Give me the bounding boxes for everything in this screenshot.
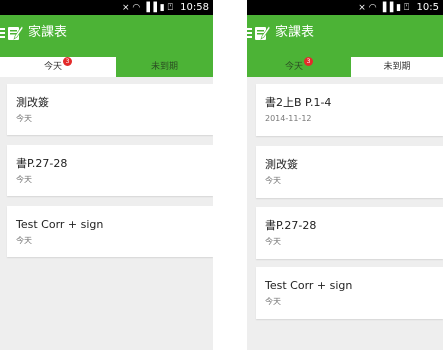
status-bar: ⨯ ◠ ▐▐ ▮ ⍞ 10:58 xyxy=(0,0,213,15)
homework-date: 2014-11-12 xyxy=(265,114,312,123)
homework-date: 今天 xyxy=(265,176,281,185)
status-time: 10:58 xyxy=(180,2,209,13)
homework-title: 測改簽 xyxy=(16,96,49,109)
homework-title: Test Corr + sign xyxy=(16,218,104,231)
homework-date: 今天 xyxy=(265,297,281,306)
status-bar: ⨯ ◠ ▐▐ ▮ ⍞ 10:5 xyxy=(247,0,443,15)
homework-date: 今天 xyxy=(16,236,32,245)
homework-title: 書2上B P.1-4 xyxy=(265,96,332,109)
homework-list: 書2上B P.1-4 2014-11-12 測改簽 今天 書P.27-28 今天… xyxy=(247,62,443,350)
notebook-pencil-icon[interactable] xyxy=(253,24,271,42)
app-title: 家課表 xyxy=(28,25,68,40)
homework-item[interactable]: 測改簽 今天 xyxy=(256,146,443,198)
app-title: 家課表 xyxy=(275,25,315,40)
status-icons: ⨯ ◠ ▐▐ ▮ ⍞ xyxy=(121,3,173,13)
hamburger-icon[interactable] xyxy=(0,28,5,39)
status-icons: ⨯ ◠ ▐▐ ▮ ⍞ xyxy=(358,3,410,13)
homework-title: 測改簽 xyxy=(265,158,298,171)
right-phone-screen: ⨯ ◠ ▐▐ ▮ ⍞ 10:5 家課表 今天3 未到期 書2上B P.1-4 2… xyxy=(247,0,443,350)
app-bar: 家課表 今天3 未到期 xyxy=(0,15,213,77)
status-time: 10:5 xyxy=(416,2,439,13)
left-phone-screen: ⨯ ◠ ▐▐ ▮ ⍞ 10:58 家課表 今天3 未到期 測改簽 今天 書P.2… xyxy=(0,0,213,350)
homework-item[interactable]: Test Corr + sign 今天 xyxy=(7,206,213,257)
app-bar: 家課表 今天3 未到期 xyxy=(247,15,443,77)
homework-title: 書P.27-28 xyxy=(16,157,68,170)
homework-item[interactable]: 書2上B P.1-4 2014-11-12 xyxy=(256,84,443,136)
homework-item[interactable]: 書P.27-28 今天 xyxy=(7,145,213,196)
homework-list: 測改簽 今天 書P.27-28 今天 Test Corr + sign 今天 xyxy=(0,62,213,350)
homework-date: 今天 xyxy=(265,237,281,246)
homework-title: 書P.27-28 xyxy=(265,219,317,232)
notebook-pencil-icon[interactable] xyxy=(6,24,24,42)
homework-date: 今天 xyxy=(16,175,32,184)
homework-date: 今天 xyxy=(16,114,32,123)
hamburger-icon[interactable] xyxy=(247,28,252,39)
homework-item[interactable]: Test Corr + sign 今天 xyxy=(256,267,443,319)
homework-title: Test Corr + sign xyxy=(265,279,353,292)
homework-item[interactable]: 測改簽 今天 xyxy=(7,84,213,135)
homework-item[interactable]: 書P.27-28 今天 xyxy=(256,207,443,259)
